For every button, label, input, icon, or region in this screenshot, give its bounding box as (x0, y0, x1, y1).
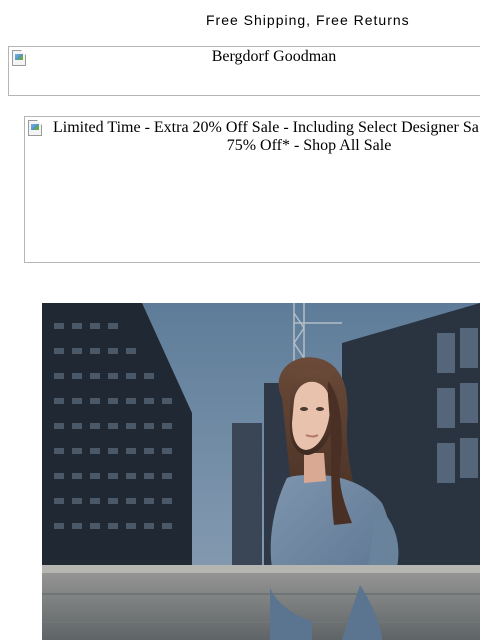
promo-alt-text-line1: Limited Time - Extra 20% Off Sale - Incl… (53, 119, 479, 136)
logo-image[interactable]: Bergdorf Goodman (8, 46, 480, 96)
broken-image-icon (28, 120, 42, 136)
hero-photo (42, 303, 480, 640)
logo-alt-text: Bergdorf Goodman (211, 48, 337, 65)
top-bar: Free Shipping, Free Returns (0, 0, 480, 40)
promo-alt-text-line2: 75% Off* - Shop All Sale (226, 137, 392, 154)
free-shipping-link[interactable]: Free Shipping, Free Returns (0, 12, 480, 28)
promo-banner-image[interactable]: Limited Time - Extra 20% Off Sale - Incl… (24, 116, 480, 263)
hero-image[interactable] (42, 303, 480, 640)
